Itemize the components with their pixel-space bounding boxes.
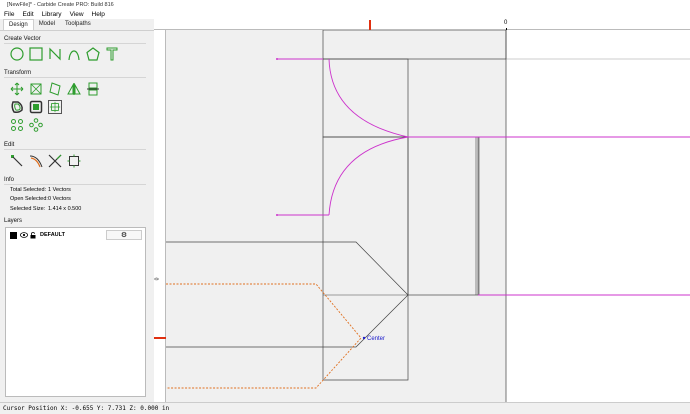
- center-label: Center: [367, 336, 385, 342]
- scale-icon[interactable]: [29, 82, 43, 96]
- section-title-transform: Transform: [4, 70, 32, 76]
- polyline-icon[interactable]: [48, 47, 62, 61]
- curve-icon[interactable]: [67, 47, 81, 61]
- tab-toolpaths[interactable]: Toolpaths: [60, 19, 96, 30]
- rectangle-icon[interactable]: [29, 47, 43, 61]
- group-icon[interactable]: [48, 100, 62, 114]
- section-title-info: Info: [4, 177, 15, 183]
- cursor-position-marker: [154, 337, 166, 339]
- text-icon[interactable]: [105, 47, 119, 61]
- info-section: Info: [4, 177, 146, 185]
- menu-file[interactable]: File: [4, 11, 14, 18]
- array-icon[interactable]: [10, 118, 24, 132]
- menu-edit[interactable]: Edit: [22, 11, 33, 18]
- info-label: Open Selected:: [10, 196, 48, 202]
- layer-settings-button[interactable]: ⚙: [106, 230, 142, 240]
- ruler-origin-label: 0: [504, 20, 508, 26]
- layers-section: Layers: [4, 218, 146, 224]
- offset-icon[interactable]: [10, 100, 24, 114]
- transform-section: Transform: [4, 70, 146, 78]
- rotate-icon[interactable]: [48, 82, 62, 96]
- menu-library[interactable]: Library: [42, 11, 62, 18]
- cursor-position-marker: [369, 20, 371, 30]
- mirror-icon[interactable]: [67, 82, 81, 96]
- boolean-icon[interactable]: [29, 100, 43, 114]
- info-open-selected: Open Selected: 0 Vectors: [10, 196, 71, 202]
- ruler-origin-label: 0: [154, 277, 161, 281]
- info-value: 1 Vectors: [48, 187, 71, 193]
- stock-material: [166, 30, 506, 402]
- gear-icon: ⚙: [120, 232, 128, 239]
- divider: [4, 77, 146, 78]
- divider: [4, 43, 146, 44]
- left-panel: Design Model Toolpaths Create Vector Tra…: [0, 19, 154, 402]
- transform-tools-row3: [10, 118, 48, 132]
- node-edit-icon[interactable]: [10, 154, 24, 168]
- bounding-box-icon[interactable]: [67, 154, 81, 168]
- menu-help[interactable]: Help: [92, 11, 105, 18]
- info-label: Total Selected:: [10, 187, 47, 193]
- center-marker: [362, 336, 366, 340]
- horizontal-ruler: 0: [154, 19, 690, 30]
- info-label: Selected Size:: [10, 206, 46, 212]
- circular-array-icon[interactable]: [29, 118, 43, 132]
- menu-bar: File Edit Library View Help: [0, 9, 690, 19]
- section-title-create-vector: Create Vector: [4, 36, 41, 42]
- layer-name: DEFAULT: [40, 232, 65, 238]
- cursor-position-readout: Cursor Position X: -0.655 Y: 7.731 Z: 0.…: [3, 405, 170, 412]
- divider: [4, 184, 146, 185]
- info-total-selected: Total Selected: 1 Vectors: [10, 187, 71, 193]
- align-icon[interactable]: [86, 82, 100, 96]
- edit-section: Edit: [4, 142, 146, 150]
- info-value: 1.414 x 0.500: [48, 206, 82, 212]
- edit-tools: [10, 154, 86, 168]
- window-title: [NewFile]* - Carbide Create PRO: Build 8…: [7, 1, 114, 8]
- eye-icon[interactable]: [20, 232, 28, 238]
- section-title-edit: Edit: [4, 142, 15, 148]
- tab-model[interactable]: Model: [34, 19, 60, 30]
- vector-node[interactable]: [276, 214, 278, 216]
- lock-icon[interactable]: [30, 231, 36, 239]
- app-window: [NewFile]* - Carbide Create PRO: Build 8…: [0, 0, 690, 414]
- info-selected-size: Selected Size: 1.414 x 0.500: [10, 206, 81, 212]
- section-title-layers: Layers: [4, 218, 23, 224]
- vertical-ruler: 0: [154, 30, 166, 402]
- trim-icon[interactable]: [48, 154, 62, 168]
- polygon-icon[interactable]: [86, 47, 100, 61]
- circle-icon[interactable]: [10, 47, 24, 61]
- create-vector-section: Create Vector: [4, 36, 146, 44]
- transform-tools-row2: [10, 100, 67, 114]
- title-bar: [NewFile]* - Carbide Create PRO: Build 8…: [0, 0, 690, 9]
- design-canvas[interactable]: Center: [166, 30, 690, 402]
- create-vector-tools: [10, 47, 124, 61]
- divider: [4, 149, 146, 150]
- menu-view[interactable]: View: [70, 11, 84, 18]
- layer-color-swatch[interactable]: [10, 231, 17, 239]
- info-value: 0 Vectors: [48, 196, 71, 202]
- tab-design[interactable]: Design: [3, 19, 34, 30]
- move-icon[interactable]: [10, 82, 24, 96]
- transform-tools-row1: [10, 82, 105, 96]
- layer-row[interactable]: DEFAULT ⚙: [10, 230, 142, 240]
- mode-tabs: Design Model Toolpaths: [0, 19, 154, 31]
- vector-node[interactable]: [276, 58, 278, 60]
- fillet-icon[interactable]: [29, 154, 43, 168]
- layers-list: DEFAULT ⚙: [5, 227, 146, 397]
- canvas-drawing[interactable]: Center: [166, 30, 690, 402]
- status-bar: Cursor Position X: -0.655 Y: 7.731 Z: 0.…: [0, 402, 690, 414]
